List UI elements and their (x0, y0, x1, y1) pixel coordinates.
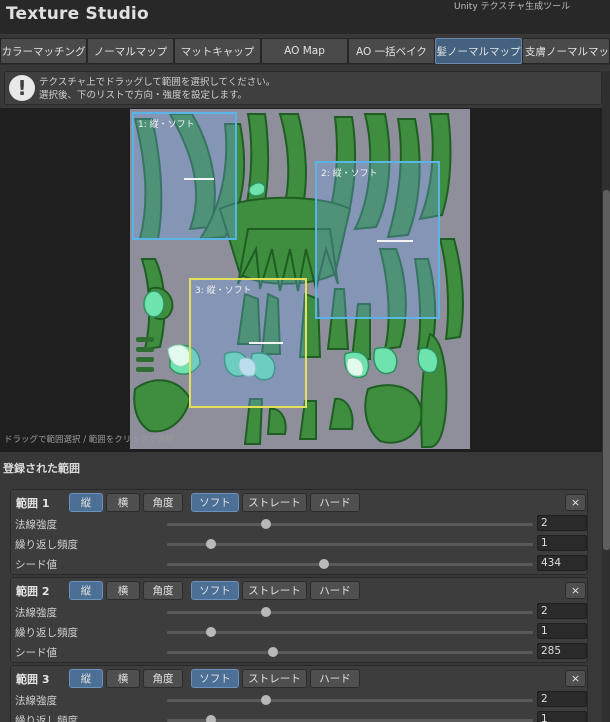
range-title-2: 範囲 2 (16, 585, 50, 598)
softness-hard-button[interactable]: ハード (310, 669, 360, 688)
repeat-frequency-label: 繰り返し頻度 (15, 715, 78, 722)
softness-straight-button[interactable]: ストレート (242, 581, 307, 600)
slider-thumb[interactable] (205, 627, 216, 637)
range-title-1: 範囲 1 (16, 497, 50, 510)
remove-range-button[interactable]: × (565, 670, 586, 687)
region-box-2[interactable]: 2: 縦・ソフト (315, 161, 440, 319)
direction-vertical-button[interactable]: 縦 (69, 581, 103, 600)
normal-strength-field[interactable]: 2 (537, 691, 587, 707)
slider-thumb[interactable] (260, 607, 271, 617)
repeat-frequency-label: 繰り返し頻度 (15, 627, 78, 639)
normal-strength-slider[interactable] (167, 519, 533, 529)
region-box-3[interactable]: 3: 縦・ソフト (189, 278, 307, 408)
seed-field[interactable]: 434 (537, 555, 587, 571)
softness-soft-button[interactable]: ソフト (191, 493, 239, 512)
repeat-frequency-field[interactable]: 1 (537, 535, 587, 551)
slider-thumb[interactable] (319, 559, 330, 569)
seed-label: シード値 (15, 647, 57, 659)
region-direction-line-2 (377, 240, 413, 242)
repeat-frequency-slider[interactable] (167, 627, 533, 637)
region-direction-line-3 (249, 342, 283, 344)
normal-strength-label: 法線強度 (15, 519, 57, 531)
normal-strength-label: 法線強度 (15, 695, 57, 707)
tab-matcap[interactable]: マットキャップ (174, 38, 261, 64)
info-text: テクスチャ上でドラッグして範囲を選択してください。 選択後、下のリストで方向・強… (39, 76, 275, 102)
seed-label: シード値 (15, 559, 57, 571)
seed-slider[interactable] (167, 559, 533, 569)
info-line-2: 選択後、下のリストで方向・強度を設定します。 (39, 90, 248, 101)
repeat-frequency-field[interactable]: 1 (537, 623, 587, 639)
direction-vertical-button[interactable]: 縦 (69, 669, 103, 688)
tab-color-matching[interactable]: カラーマッチング (0, 38, 87, 64)
tab-ao-map[interactable]: AO Map (261, 38, 348, 64)
softness-straight-button[interactable]: ストレート (242, 669, 307, 688)
registered-ranges-title: 登録された範囲 (3, 462, 80, 475)
title-bar: Texture Studio Unity テクスチャ生成ツール (0, 0, 610, 34)
range-panel-1: 範囲 1 縦 横 角度 ソフト ストレート ハード × 法線強度 2 繰り返し頻… (10, 489, 588, 575)
remove-range-button[interactable]: × (565, 494, 586, 511)
info-line-1: テクスチャ上でドラッグして範囲を選択してください。 (39, 77, 276, 88)
repeat-frequency-field[interactable]: 1 (537, 711, 587, 722)
scrollbar-thumb[interactable] (603, 190, 610, 550)
region-box-1[interactable]: 1: 縦・ソフト (132, 112, 237, 240)
direction-horizontal-button[interactable]: 横 (106, 581, 140, 600)
exclamation-icon: ! (9, 75, 35, 101)
info-box: ! テクスチャ上でドラッグして範囲を選択してください。 選択後、下のリストで方向… (4, 71, 602, 105)
direction-angle-button[interactable]: 角度 (143, 493, 183, 512)
texture-preview-area[interactable]: 1: 縦・ソフト 2: 縦・ソフト 3: 縦・ソフト ドラッグで範囲選択 / 範… (0, 108, 602, 452)
hair-texture-canvas[interactable]: 1: 縦・ソフト 2: 縦・ソフト 3: 縦・ソフト (130, 109, 470, 449)
slider-thumb[interactable] (205, 539, 216, 549)
range-panel-3: 範囲 3 縦 横 角度 ソフト ストレート ハード × 法線強度 2 繰り返し頻… (10, 665, 588, 722)
normal-strength-field[interactable]: 2 (537, 603, 587, 619)
tab-skin-normal-map[interactable]: 支膚ノーマルマッ (522, 38, 610, 64)
softness-soft-button[interactable]: ソフト (191, 581, 239, 600)
normal-strength-slider[interactable] (167, 607, 533, 617)
direction-vertical-button[interactable]: 縦 (69, 493, 103, 512)
tab-normal-map[interactable]: ノーマルマップ (87, 38, 174, 64)
slider-thumb[interactable] (268, 647, 279, 657)
softness-hard-button[interactable]: ハード (310, 493, 360, 512)
region-label-2: 2: 縦・ソフト (321, 169, 378, 179)
tab-ao-batch-bake[interactable]: AO 一括ベイク (348, 38, 435, 64)
softness-soft-button[interactable]: ソフト (191, 669, 239, 688)
normal-strength-slider[interactable] (167, 695, 533, 705)
tab-hair-normal-map[interactable]: 髪ノーマルマップ (435, 38, 522, 64)
repeat-frequency-label: 繰り返し頻度 (15, 539, 78, 551)
normal-strength-label: 法線強度 (15, 607, 57, 619)
app-subtitle: Unity テクスチャ生成ツール (454, 2, 571, 12)
region-label-1: 1: 縦・ソフト (138, 120, 195, 130)
softness-hard-button[interactable]: ハード (310, 581, 360, 600)
range-title-3: 範囲 3 (16, 673, 50, 686)
tab-bar: カラーマッチング ノーマルマップ マットキャップ AO Map AO 一括ベイク… (0, 38, 610, 65)
slider-thumb[interactable] (260, 695, 271, 705)
slider-thumb[interactable] (260, 519, 271, 529)
region-label-3: 3: 縦・ソフト (195, 286, 252, 296)
app-title: Texture Studio (6, 4, 149, 24)
remove-range-button[interactable]: × (565, 582, 586, 599)
range-panel-2: 範囲 2 縦 横 角度 ソフト ストレート ハード × 法線強度 2 繰り返し頻… (10, 577, 588, 663)
seed-slider[interactable] (167, 647, 533, 657)
normal-strength-field[interactable]: 2 (537, 515, 587, 531)
seed-field[interactable]: 285 (537, 643, 587, 659)
softness-straight-button[interactable]: ストレート (242, 493, 307, 512)
repeat-frequency-slider[interactable] (167, 539, 533, 549)
preview-hint: ドラッグで範囲選択 / 範囲をクリックで選択 (4, 435, 174, 445)
direction-angle-button[interactable]: 角度 (143, 669, 183, 688)
slider-thumb[interactable] (205, 715, 216, 722)
direction-angle-button[interactable]: 角度 (143, 581, 183, 600)
region-direction-line-1 (184, 178, 214, 180)
direction-horizontal-button[interactable]: 横 (106, 493, 140, 512)
direction-horizontal-button[interactable]: 横 (106, 669, 140, 688)
